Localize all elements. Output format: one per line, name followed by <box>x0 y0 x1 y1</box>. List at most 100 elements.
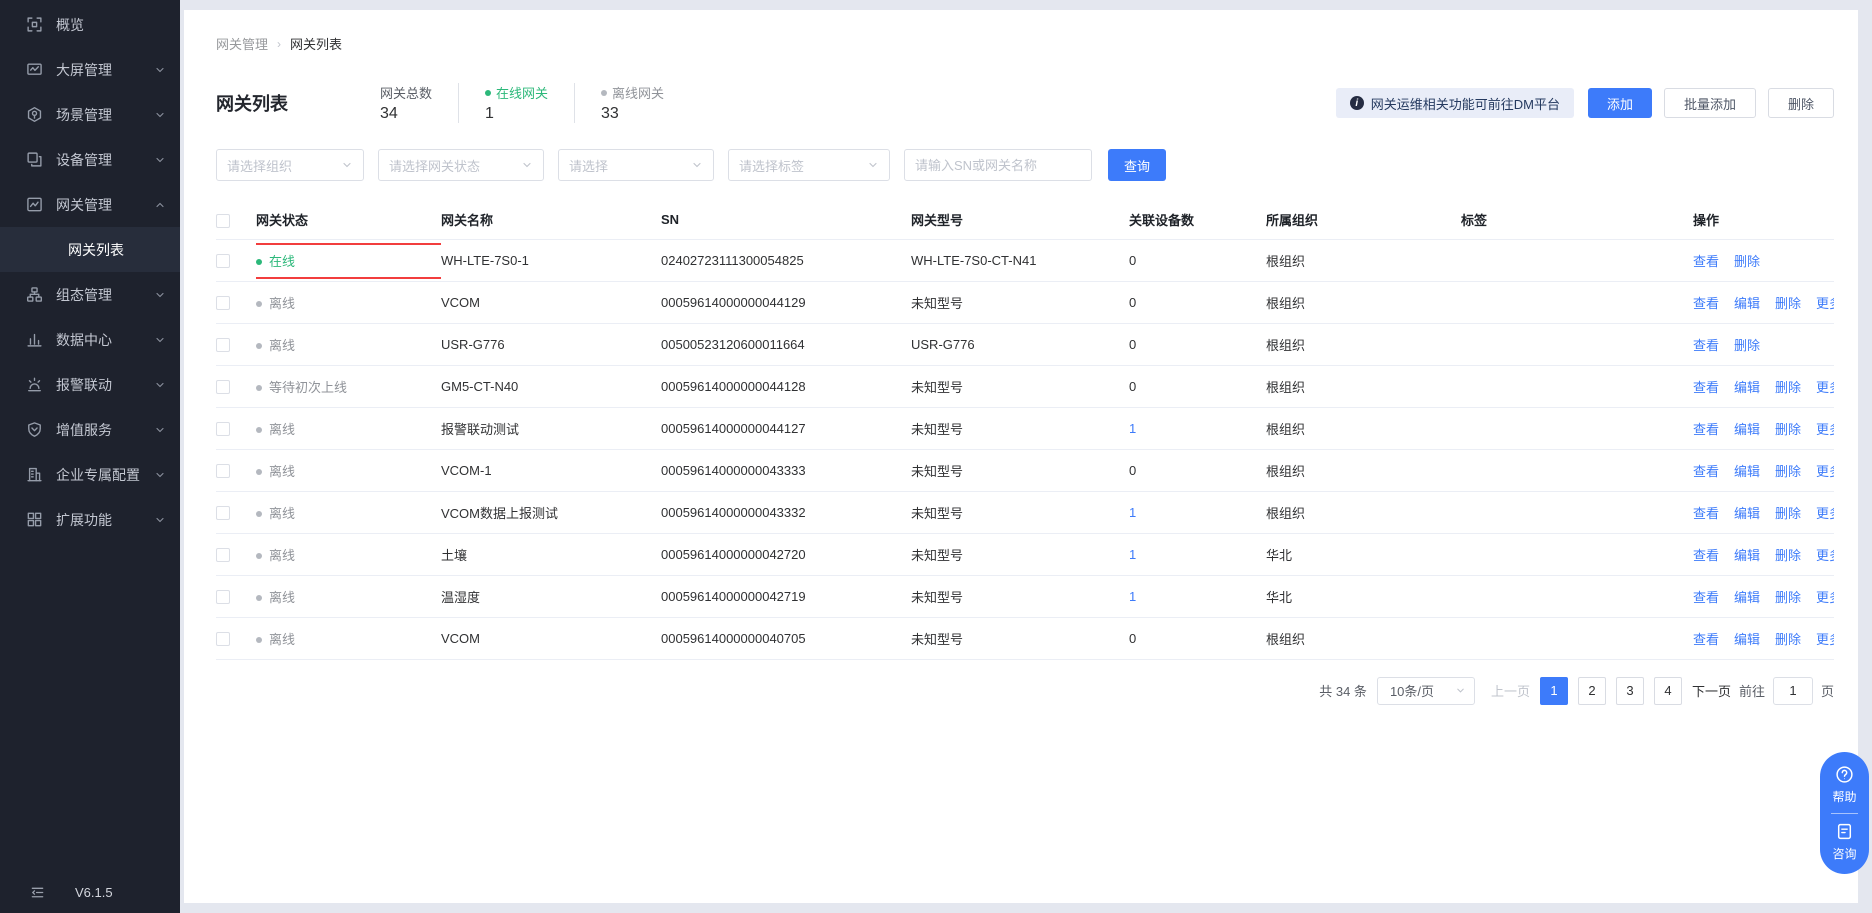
page-number-button[interactable]: 1 <box>1539 676 1568 705</box>
row-action-link[interactable]: 删除 <box>1775 377 1801 396</box>
row-checkbox[interactable] <box>216 379 230 394</box>
row-action-link[interactable]: 更多 <box>1816 461 1834 480</box>
status-dot-icon <box>256 636 262 643</box>
row-action-link[interactable]: 编辑 <box>1734 377 1760 396</box>
row-action-link[interactable]: 删除 <box>1775 419 1801 438</box>
gateway-sn-cell: 02402723111300054825 <box>661 239 911 282</box>
row-action-link[interactable]: 更多 <box>1816 503 1834 522</box>
breadcrumb-gateway-management[interactable]: 网关管理 <box>216 34 268 53</box>
row-action-link[interactable]: 编辑 <box>1734 293 1760 312</box>
consult-label[interactable]: 咨询 <box>1832 845 1856 862</box>
row-action-link[interactable]: 删除 <box>1775 293 1801 312</box>
row-action-link[interactable]: 查看 <box>1693 251 1719 270</box>
row-action-link[interactable]: 编辑 <box>1734 461 1760 480</box>
sidebar-item[interactable]: 扩展功能 <box>0 497 180 542</box>
help-icon[interactable] <box>1835 765 1854 784</box>
column-header: 网关名称 <box>441 201 661 240</box>
page-number-button[interactable]: 2 <box>1577 676 1606 705</box>
device-count-link[interactable]: 1 <box>1129 421 1136 436</box>
sidebar-item[interactable]: 设备管理 <box>0 137 180 182</box>
row-checkbox[interactable] <box>216 337 230 352</box>
device-count-link[interactable]: 1 <box>1129 589 1136 604</box>
help-label[interactable]: 帮助 <box>1832 788 1856 805</box>
row-checkbox[interactable] <box>216 631 230 646</box>
row-action-link[interactable]: 查看 <box>1693 293 1719 312</box>
sidebar-item[interactable]: 概览 <box>0 2 180 47</box>
sn-search-input[interactable] <box>904 149 1092 181</box>
row-action-link[interactable]: 查看 <box>1693 461 1719 480</box>
row-action-link[interactable]: 编辑 <box>1734 587 1760 606</box>
dm-platform-notice[interactable]: i 网关运维相关功能可前往DM平台 <box>1335 88 1574 118</box>
row-checkbox[interactable] <box>216 253 230 268</box>
stat-total: 网关总数 34 <box>354 83 458 123</box>
row-action-link[interactable]: 删除 <box>1775 461 1801 480</box>
row-checkbox[interactable] <box>216 463 230 478</box>
row-action-link[interactable]: 删除 <box>1734 335 1760 354</box>
row-action-link[interactable]: 查看 <box>1693 629 1719 648</box>
org-cell: 华北 <box>1266 575 1461 618</box>
device-count-link[interactable]: 1 <box>1129 505 1136 520</box>
tag-select[interactable]: 请选择标签 <box>728 149 890 181</box>
row-action-link[interactable]: 更多 <box>1816 377 1834 396</box>
row-action-link[interactable]: 编辑 <box>1734 545 1760 564</box>
row-action-link[interactable]: 更多 <box>1816 629 1834 648</box>
gateway-status-select[interactable]: 请选择网关状态 <box>378 149 544 181</box>
consult-icon[interactable] <box>1835 822 1854 841</box>
model-select[interactable]: 请选择 <box>558 149 714 181</box>
sidebar-item[interactable]: 增值服务 <box>0 407 180 452</box>
goto-page-input[interactable] <box>1772 676 1813 705</box>
gateway-table: 网关状态 网关名称 SN 网关型号 关联设备数 所属组织 标签 操作 在线 WH-LTE-7S0… <box>216 201 1834 660</box>
next-page-button[interactable]: 下一页 <box>1692 681 1731 700</box>
actions-cell: 查看编辑删除更多 <box>1693 575 1834 618</box>
sidebar-item[interactable]: 组态管理 <box>0 272 180 317</box>
row-action-link[interactable]: 编辑 <box>1734 503 1760 522</box>
batch-add-button[interactable]: 批量添加 <box>1663 88 1756 118</box>
org-select[interactable]: 请选择组织 <box>216 149 364 181</box>
collapse-sidebar-icon[interactable] <box>30 885 45 900</box>
chevron-down-icon <box>154 289 166 301</box>
device-count: 0 <box>1129 336 1137 352</box>
row-checkbox[interactable] <box>216 295 230 310</box>
row-checkbox[interactable] <box>216 547 230 562</box>
row-checkbox[interactable] <box>216 589 230 604</box>
row-action-link[interactable]: 删除 <box>1734 251 1760 270</box>
row-action-link[interactable]: 删除 <box>1775 629 1801 648</box>
row-action-link[interactable]: 查看 <box>1693 335 1719 354</box>
row-action-link[interactable]: 查看 <box>1693 545 1719 564</box>
sidebar-item[interactable]: 数据中心 <box>0 317 180 362</box>
select-all-checkbox[interactable] <box>216 213 230 228</box>
page-number-button[interactable]: 3 <box>1615 676 1644 705</box>
row-action-link[interactable]: 查看 <box>1693 419 1719 438</box>
sidebar-item[interactable]: 场景管理 <box>0 92 180 137</box>
row-action-link[interactable]: 更多 <box>1816 587 1834 606</box>
row-action-link[interactable]: 更多 <box>1816 545 1834 564</box>
row-checkbox[interactable] <box>216 505 230 520</box>
page-size-select[interactable]: 10条/页 <box>1376 676 1475 705</box>
gateway-name-cell: GM5-CT-N40 <box>441 365 661 408</box>
sidebar-item[interactable]: 网关管理 <box>0 182 180 227</box>
row-checkbox[interactable] <box>216 421 230 436</box>
actions-cell: 查看编辑删除更多 <box>1693 407 1834 450</box>
row-action-link[interactable]: 删除 <box>1775 545 1801 564</box>
row-action-link[interactable]: 删除 <box>1775 503 1801 522</box>
row-action-link[interactable]: 编辑 <box>1734 629 1760 648</box>
sidebar-item-label: 设备管理 <box>56 151 112 168</box>
row-action-link[interactable]: 更多 <box>1816 293 1834 312</box>
device-count-link[interactable]: 1 <box>1129 547 1136 562</box>
query-button[interactable]: 查询 <box>1108 149 1166 181</box>
row-action-link[interactable]: 删除 <box>1775 587 1801 606</box>
status-dot-icon <box>256 300 262 307</box>
delete-button[interactable]: 删除 <box>1767 88 1834 118</box>
row-action-link[interactable]: 更多 <box>1816 419 1834 438</box>
add-button[interactable]: 添加 <box>1587 88 1652 118</box>
sidebar-subitem-gateway-list[interactable]: 网关列表 <box>0 227 180 272</box>
row-action-link[interactable]: 查看 <box>1693 587 1719 606</box>
sidebar-item[interactable]: 报警联动 <box>0 362 180 407</box>
page-number-button[interactable]: 4 <box>1653 676 1682 705</box>
row-action-link[interactable]: 编辑 <box>1734 419 1760 438</box>
row-action-link[interactable]: 查看 <box>1693 503 1719 522</box>
sidebar-item[interactable]: 企业专属配置 <box>0 452 180 497</box>
sidebar-item[interactable]: 大屏管理 <box>0 47 180 92</box>
prev-page-button[interactable]: 上一页 <box>1491 681 1530 700</box>
row-action-link[interactable]: 查看 <box>1693 377 1719 396</box>
